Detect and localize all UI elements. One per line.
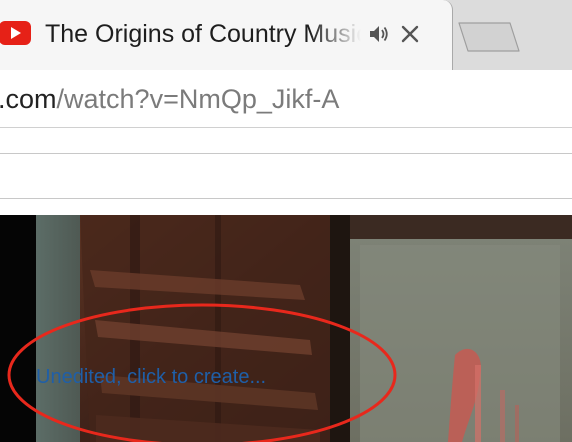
page-spacer [0,199,572,215]
address-toolbar: .com/watch?v=NmQp_Jikf-A [0,70,572,128]
video-frame [0,215,572,442]
address-bar[interactable]: .com/watch?v=NmQp_Jikf-A [0,81,339,117]
url-path: /watch?v=NmQp_Jikf-A [56,84,340,114]
video-player[interactable]: Unedited, click to create... [0,215,572,442]
browser-window: The Origins of Country Music .com/watch?… [0,0,572,442]
close-icon[interactable] [398,22,422,46]
speaker-icon[interactable] [368,23,390,45]
youtube-icon [0,21,31,45]
tab-title: The Origins of Country Music [45,20,361,48]
bookmark-bar [0,128,572,154]
tab-active[interactable]: The Origins of Country Music [0,0,453,70]
page-header-bar [0,154,572,199]
tab-strip: The Origins of Country Music [0,0,572,71]
url-host: .com [0,84,57,114]
new-tab-button[interactable] [458,22,520,52]
annotation-link[interactable]: Unedited, click to create... [36,364,266,390]
